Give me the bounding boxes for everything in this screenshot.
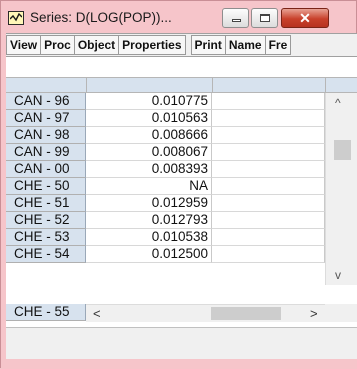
freeze-button[interactable]: Fre <box>264 35 292 55</box>
table-row: CHE - 53 0.010538 <box>6 229 357 246</box>
proc-button[interactable]: Proc <box>40 35 75 55</box>
properties-button[interactable]: Properties <box>118 35 186 55</box>
object-button[interactable]: Object <box>73 35 120 55</box>
scroll-down-icon[interactable]: v <box>335 269 341 281</box>
scroll-up-icon[interactable]: ^ <box>335 97 341 109</box>
close-button[interactable]: ✕ <box>281 8 329 28</box>
column-divider <box>212 77 213 93</box>
table-row: CAN - 99 0.008067 <box>6 144 357 161</box>
empty-cell[interactable] <box>212 229 325 246</box>
empty-cell[interactable] <box>212 127 325 144</box>
name-button[interactable]: Name <box>224 35 266 55</box>
spreadsheet-grid: CAN - 96 0.010775 CAN - 97 0.010563 CAN - 98… <box>6 57 357 327</box>
empty-cell[interactable] <box>212 178 325 195</box>
row-label[interactable]: CHE - 53 <box>6 229 86 246</box>
empty-cell[interactable] <box>212 144 325 161</box>
row-label[interactable]: CHE - 50 <box>6 178 86 195</box>
empty-cell[interactable] <box>212 195 325 212</box>
table-row: CHE - 50 NA <box>6 178 357 195</box>
row-label[interactable]: CAN - 97 <box>6 110 86 127</box>
row-label[interactable]: CAN - 00 <box>6 161 86 178</box>
row-label[interactable]: CHE - 51 <box>6 195 86 212</box>
close-icon: ✕ <box>299 10 311 26</box>
table-row: CAN - 98 0.008666 <box>6 127 357 144</box>
print-button[interactable]: Print <box>190 35 226 55</box>
scroll-right-icon[interactable]: > <box>310 305 318 322</box>
status-bar <box>6 327 357 359</box>
scrollbar-corner <box>325 304 357 322</box>
value-cell[interactable]: 0.010775 <box>86 93 212 110</box>
horizontal-scroll-thumb[interactable] <box>211 307 281 320</box>
row-label[interactable]: CAN - 99 <box>6 144 86 161</box>
table-row: CAN - 96 0.010775 <box>6 93 357 110</box>
scroll-left-icon[interactable]: < <box>93 305 101 322</box>
value-cell[interactable]: 0.012793 <box>86 212 212 229</box>
series-window: Series: D(LOG(POP))... ✕ View Proc Object P… <box>0 0 357 369</box>
value-cell[interactable]: 0.008666 <box>86 127 212 144</box>
last-row: CHE - 55 < > <box>6 304 357 322</box>
column-header-row <box>6 77 357 93</box>
value-cell[interactable]: 0.012959 <box>86 195 212 212</box>
vertical-scrollbar[interactable]: ^ v <box>325 93 357 285</box>
column-divider <box>325 77 326 93</box>
vertical-scroll-thumb[interactable] <box>334 140 351 160</box>
table-row: CAN - 97 0.010563 <box>6 110 357 127</box>
table-row: CHE - 52 0.012793 <box>6 212 357 229</box>
row-label[interactable]: CHE - 55 <box>6 304 86 321</box>
empty-cell[interactable] <box>212 110 325 127</box>
maximize-button[interactable] <box>251 8 278 28</box>
row-label[interactable]: CHE - 52 <box>6 212 86 229</box>
row-label[interactable]: CHE - 54 <box>6 246 86 263</box>
value-cell[interactable]: NA <box>86 178 212 195</box>
window-title: Series: D(LOG(POP))... <box>30 10 172 25</box>
empty-cell[interactable] <box>212 212 325 229</box>
value-cell[interactable]: 0.008393 <box>86 161 212 178</box>
value-cell[interactable]: 0.008067 <box>86 144 212 161</box>
toolbar: View Proc Object Properties Print Name Fre <box>6 33 357 57</box>
column-divider <box>86 77 87 93</box>
value-cell[interactable]: 0.010538 <box>86 229 212 246</box>
minimize-button[interactable] <box>222 8 249 28</box>
empty-cell[interactable] <box>212 246 325 263</box>
view-button[interactable]: View <box>6 35 42 55</box>
row-label[interactable]: CAN - 96 <box>6 93 86 110</box>
table-row: CHE - 54 0.012500 <box>6 246 357 263</box>
row-label[interactable]: CAN - 98 <box>6 127 86 144</box>
value-cell[interactable]: 0.010563 <box>86 110 212 127</box>
table-row: CHE - 51 0.012959 <box>6 195 357 212</box>
value-cell[interactable]: 0.012500 <box>86 246 212 263</box>
table-row: CAN - 00 0.008393 <box>6 161 357 178</box>
empty-cell[interactable] <box>212 93 325 110</box>
horizontal-scrollbar[interactable]: < > <box>86 304 325 322</box>
minimize-icon <box>232 19 241 22</box>
empty-cell[interactable] <box>212 161 325 178</box>
maximize-icon <box>260 14 270 22</box>
series-icon <box>8 11 24 25</box>
